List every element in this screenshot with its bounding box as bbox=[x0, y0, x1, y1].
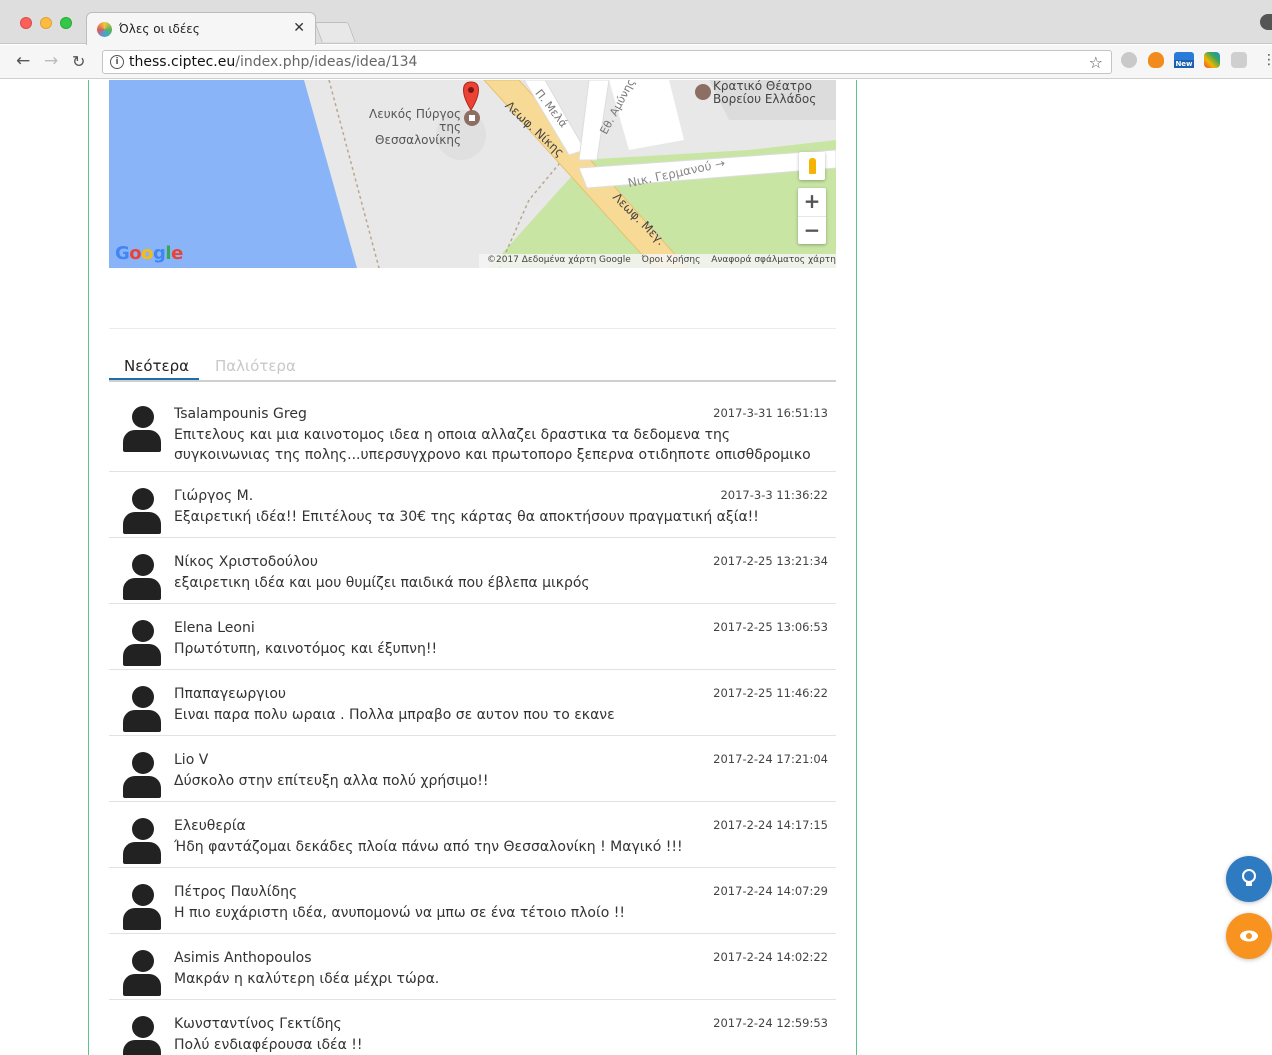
window-zoom-button[interactable] bbox=[60, 17, 72, 29]
map-copyright: ©2017 Δεδομένα χάρτη Google bbox=[487, 255, 631, 265]
map-canvas bbox=[109, 80, 836, 268]
browser-toolbar: ← → ↻ i thess.ciptec.eu/index.php/ideas/… bbox=[0, 45, 1272, 79]
user-avatar-icon bbox=[123, 950, 161, 996]
user-avatar-icon bbox=[123, 488, 161, 534]
lightbulb-icon bbox=[1226, 856, 1272, 902]
comment-item: Elena Leoni 2017-2-25 13:06:53 Πρωτότυπη… bbox=[109, 604, 836, 670]
comment-date: 2017-2-25 13:06:53 bbox=[713, 620, 828, 634]
comment-date: 2017-3-3 11:36:22 bbox=[720, 488, 828, 502]
map-label-white-tower: Λευκός Πύργος της Θεσσαλονίκης bbox=[369, 107, 461, 147]
new-idea-button[interactable] bbox=[1226, 856, 1272, 902]
comment-author: Ελευθερία bbox=[174, 818, 246, 834]
comment-item: Asimis Anthopoulos 2017-2-24 14:02:22 Μα… bbox=[109, 934, 836, 1000]
tab-oldest[interactable]: Παλιότερα bbox=[215, 357, 296, 375]
address-bar[interactable]: i thess.ciptec.eu/index.php/ideas/idea/1… bbox=[102, 50, 1112, 74]
comment-author: Lio V bbox=[174, 752, 209, 768]
url-text: thess.ciptec.eu/index.php/ideas/idea/134 bbox=[129, 54, 418, 70]
comment-date: 2017-2-24 12:59:53 bbox=[713, 1016, 828, 1030]
comment-text: Πολύ ενδιαφέρουσα ιδέα !! bbox=[174, 1037, 363, 1053]
comment-date: 2017-2-24 14:02:22 bbox=[713, 950, 828, 964]
user-avatar-icon bbox=[123, 686, 161, 732]
comment-text: Ήδη φαντάζομαι δεκάδες πλοία πάνω από τη… bbox=[174, 839, 683, 855]
comment-date: 2017-2-25 13:21:34 bbox=[713, 554, 828, 568]
section-divider bbox=[109, 328, 836, 329]
comment-date: 2017-2-24 14:07:29 bbox=[713, 884, 828, 898]
comment-item: Tsalampounis Greg 2017-3-31 16:51:13 Επι… bbox=[109, 390, 836, 472]
comments-list: Tsalampounis Greg 2017-3-31 16:51:13 Επι… bbox=[109, 390, 836, 1055]
comment-author: Asimis Anthopoulos bbox=[174, 950, 312, 966]
info-icon[interactable]: i bbox=[110, 55, 124, 69]
extension-skype-icon[interactable] bbox=[1231, 52, 1247, 68]
comment-author: Κωνσταντίνος Γεκτίδης bbox=[174, 1016, 342, 1032]
user-avatar-icon bbox=[123, 884, 161, 930]
comment-text: Ειναι παρα πολυ ωραια . Πολλα μπραβο σε … bbox=[174, 707, 615, 723]
active-tab-underline bbox=[109, 378, 199, 380]
map-terms-link[interactable]: Όροι Χρήσης bbox=[642, 255, 701, 265]
google-map[interactable]: Λευκός Πύργος της Θεσσαλονίκης Κρατικό Θ… bbox=[109, 80, 836, 268]
profile-icon[interactable] bbox=[1260, 14, 1272, 30]
comment-author: Πέτρος Παυλίδης bbox=[174, 884, 298, 900]
window-close-button[interactable] bbox=[20, 17, 32, 29]
eye-icon bbox=[1226, 913, 1272, 959]
map-attribution: ©2017 Δεδομένα χάρτη Google Όροι Χρήσης … bbox=[479, 254, 836, 268]
browser-menu-icon[interactable]: ⋮ bbox=[1262, 52, 1272, 68]
comments-tabs: Νεότερα Παλιότερα bbox=[109, 354, 836, 382]
user-avatar-icon bbox=[123, 406, 161, 452]
forward-arrow-icon[interactable]: → bbox=[44, 51, 58, 71]
zoom-out-button[interactable]: − bbox=[798, 216, 826, 244]
window-minimize-button[interactable] bbox=[40, 17, 52, 29]
reload-icon[interactable]: ↻ bbox=[72, 52, 85, 71]
extension-joomla-icon[interactable] bbox=[1204, 52, 1220, 68]
comment-date: 2017-2-25 11:46:22 bbox=[713, 686, 828, 700]
page-viewport[interactable]: Λευκός Πύργος της Θεσσαλονίκης Κρατικό Θ… bbox=[0, 80, 1272, 1055]
comment-item: Πέτρος Παυλίδης 2017-2-24 14:07:29 Η πιο… bbox=[109, 868, 836, 934]
comment-item: Ππαπαγεωργιου 2017-2-25 11:46:22 Ειναι π… bbox=[109, 670, 836, 736]
user-avatar-icon bbox=[123, 818, 161, 864]
comment-text: Επιτελους και μια καινοτομος ιδεα η οποι… bbox=[174, 427, 811, 463]
extension-cloud-icon[interactable] bbox=[1121, 52, 1137, 68]
map-label-theatre: Κρατικό Θέατρο Βορείου Ελλάδος bbox=[713, 80, 817, 106]
extension-new-icon[interactable]: New bbox=[1174, 52, 1194, 68]
comment-date: 2017-2-24 17:21:04 bbox=[713, 752, 828, 766]
comment-text: Εξαιρετική ιδέα!! Επιτέλους τα 30€ της κ… bbox=[174, 509, 759, 525]
comment-author: Νίκος Χριστοδούλου bbox=[174, 554, 318, 570]
comment-item: Ελευθερία 2017-2-24 14:17:15 Ήδη φαντάζο… bbox=[109, 802, 836, 868]
zoom-in-button[interactable]: + bbox=[798, 188, 826, 216]
comment-item: Κωνσταντίνος Γεκτίδης 2017-2-24 12:59:53… bbox=[109, 1000, 836, 1055]
google-logo: Google bbox=[115, 243, 183, 264]
comment-text: Πρωτότυπη, καινοτόμος και έξυπνη!! bbox=[174, 641, 438, 657]
comment-text: Η πιο ευχάριστη ιδέα, ανυπομονώ να μπω σ… bbox=[174, 905, 625, 921]
comment-date: 2017-2-24 14:17:15 bbox=[713, 818, 828, 832]
new-tab-button[interactable] bbox=[314, 22, 356, 42]
tab-title: Όλες οι ιδέες bbox=[119, 22, 200, 36]
back-arrow-icon[interactable]: ← bbox=[16, 51, 30, 71]
user-avatar-icon bbox=[123, 554, 161, 600]
comment-author: Γιώργος Μ. bbox=[174, 488, 254, 504]
site-favicon-icon bbox=[97, 22, 112, 37]
comment-text: Δύσκολο στην επίτευξη αλλα πολύ χρήσιμο!… bbox=[174, 773, 489, 789]
bookmark-star-icon[interactable]: ☆ bbox=[1089, 53, 1103, 72]
comment-text: Μακράν η καλύτερη ιδέα μέχρι τώρα. bbox=[174, 971, 440, 987]
tab-newest[interactable]: Νεότερα bbox=[124, 357, 189, 375]
view-ideas-button[interactable] bbox=[1226, 913, 1272, 959]
comment-author: Elena Leoni bbox=[174, 620, 255, 636]
user-avatar-icon bbox=[123, 1016, 161, 1055]
tab-close-icon[interactable]: ✕ bbox=[293, 20, 305, 36]
comment-item: Γιώργος Μ. 2017-3-3 11:36:22 Εξαιρετική … bbox=[109, 472, 836, 538]
comment-item: Νίκος Χριστοδούλου 2017-2-25 13:21:34 εξ… bbox=[109, 538, 836, 604]
browser-tab[interactable]: Όλες οι ιδέες ✕ bbox=[86, 12, 316, 45]
comment-date: 2017-3-31 16:51:13 bbox=[713, 406, 828, 420]
browser-tab-bar: Όλες οι ιδέες ✕ bbox=[0, 0, 1272, 45]
comment-text: εξαιρετικη ιδέα και μου θυμίζει παιδικά … bbox=[174, 575, 590, 591]
comment-item: Lio V 2017-2-24 17:21:04 Δύσκολο στην επ… bbox=[109, 736, 836, 802]
street-view-pegman-icon[interactable] bbox=[799, 152, 825, 180]
user-avatar-icon bbox=[123, 620, 161, 666]
comment-author: Tsalampounis Greg bbox=[174, 406, 307, 422]
map-zoom-control: + − bbox=[798, 188, 826, 244]
map-report-link[interactable]: Αναφορά σφάλματος χάρτη bbox=[711, 255, 836, 265]
user-avatar-icon bbox=[123, 752, 161, 798]
extension-flame-icon[interactable] bbox=[1148, 52, 1164, 68]
comment-author: Ππαπαγεωργιου bbox=[174, 686, 286, 702]
